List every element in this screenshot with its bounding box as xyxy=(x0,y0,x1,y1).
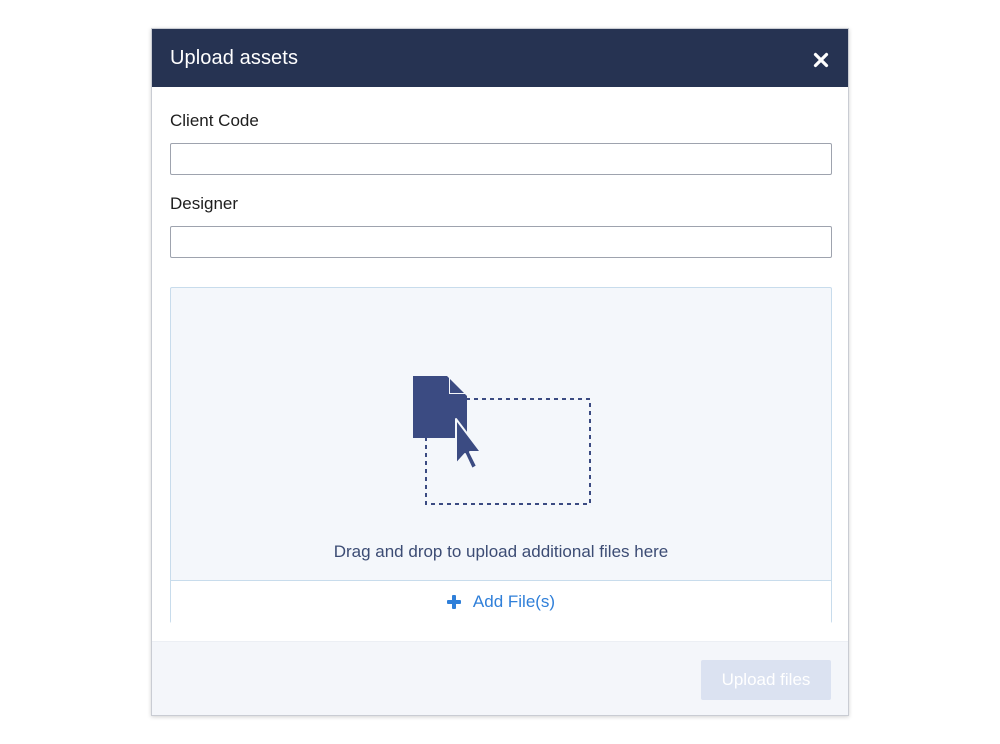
designer-label: Designer xyxy=(170,194,239,213)
modal-header: Upload assets xyxy=(152,29,848,87)
client-code-input[interactable] xyxy=(170,143,832,175)
file-drag-icon xyxy=(413,376,591,505)
add-files-label: Add File(s) xyxy=(472,592,556,611)
upload-assets-modal: Upload assets Client Code Designer Drag … xyxy=(151,28,849,716)
designer-input[interactable] xyxy=(170,226,832,258)
close-button[interactable] xyxy=(810,49,832,71)
plus-icon xyxy=(446,595,461,609)
close-icon xyxy=(813,52,829,68)
modal-title: Upload assets xyxy=(170,46,299,69)
client-code-label: Client Code xyxy=(170,111,259,130)
dropzone-instructions: Drag and drop to upload additional files… xyxy=(333,542,669,561)
add-files-button[interactable]: Add File(s) xyxy=(171,580,831,623)
modal-footer: Upload files xyxy=(152,641,848,715)
upload-files-button[interactable]: Upload files xyxy=(701,660,831,700)
file-dropzone[interactable]: Drag and drop to upload additional files… xyxy=(170,287,832,623)
